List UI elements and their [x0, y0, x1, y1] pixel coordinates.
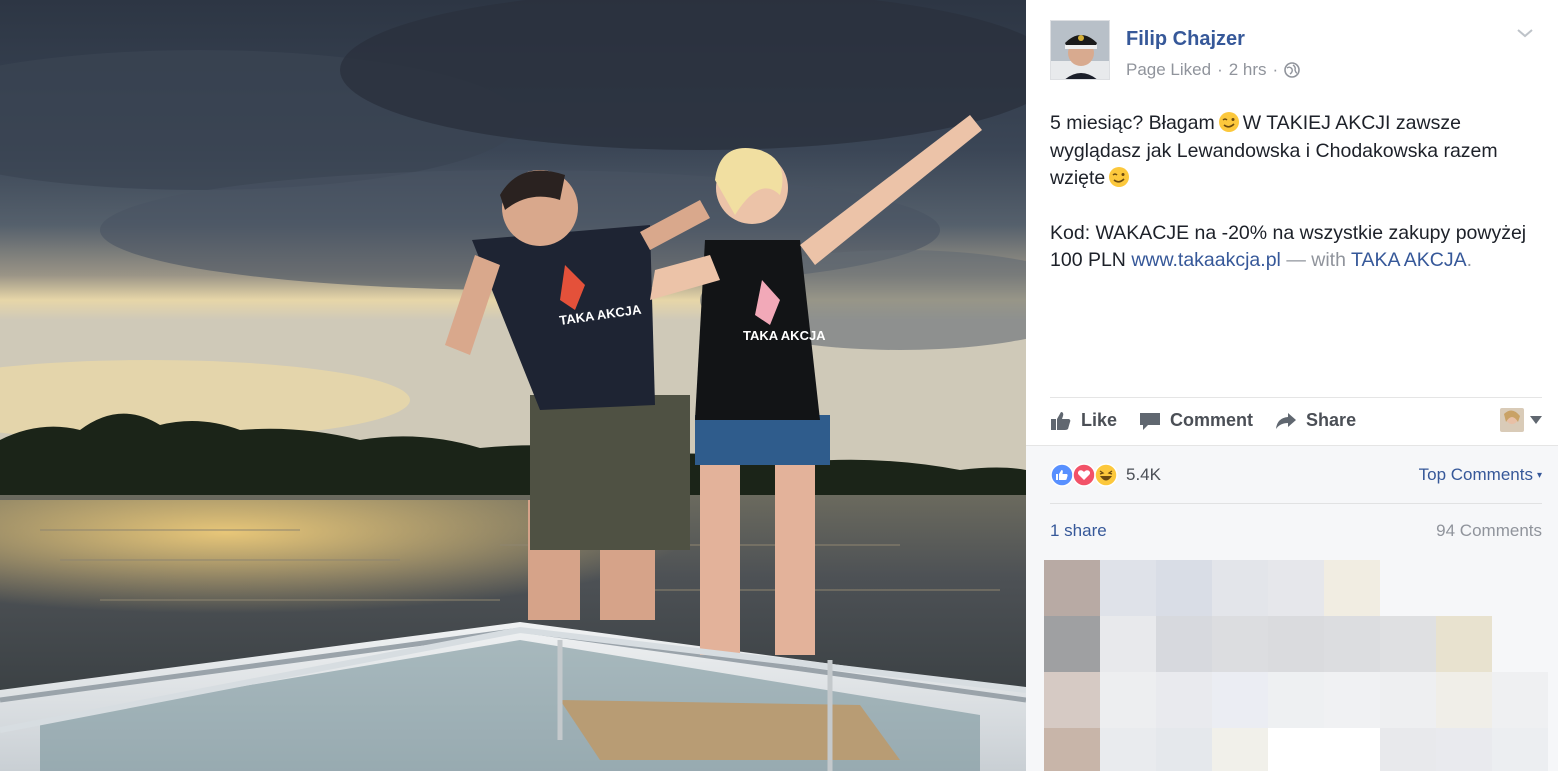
- post-header: Filip Chajzer Page Liked · 2 hrs ·: [1050, 20, 1542, 80]
- tagged-page-link[interactable]: TAKA AKCJA: [1351, 249, 1467, 271]
- blur-cell: [1212, 672, 1268, 728]
- blur-cell: [1268, 616, 1324, 672]
- post-panel: Filip Chajzer Page Liked · 2 hrs · 5 mie…: [1026, 0, 1558, 771]
- top-comments-caret-icon: ▾: [1536, 469, 1542, 481]
- blur-cell: [1324, 616, 1380, 672]
- woman-shirt-text: TAKA AKCJA: [743, 328, 826, 343]
- blur-cell: [1156, 616, 1212, 672]
- post-time[interactable]: 2 hrs: [1229, 60, 1267, 80]
- blur-cell: [1156, 672, 1212, 728]
- reaction-count[interactable]: 5.4K: [1126, 465, 1161, 485]
- blur-cell: [1436, 672, 1492, 728]
- blur-cell: [1100, 672, 1156, 728]
- blur-cell: [1212, 616, 1268, 672]
- share-icon: [1276, 412, 1297, 429]
- photo-image: TAKA AKCJA TAKA AKCJA: [0, 0, 1026, 771]
- haha-reaction-icon: [1094, 462, 1118, 487]
- blur-cell: [1156, 728, 1212, 771]
- blur-cell: [1492, 728, 1548, 771]
- post-text-part-1: 5 miesiąc? Błagam: [1050, 112, 1215, 134]
- blur-cell: [1156, 560, 1212, 616]
- author-name[interactable]: Filip Chajzer: [1126, 28, 1245, 51]
- caret-down-icon: [1530, 416, 1542, 424]
- top-comments-label: Top Comments: [1418, 465, 1533, 484]
- blur-cell: [1324, 672, 1380, 728]
- globe-icon: [1284, 62, 1301, 78]
- like-button[interactable]: Like: [1050, 410, 1117, 431]
- blur-cell: [1324, 560, 1380, 616]
- reactions-row: 5.4K Top Comments ▾: [1050, 446, 1542, 504]
- shares-row: 1 share 94 Comments: [1050, 504, 1542, 558]
- with-label: — with: [1286, 249, 1346, 271]
- post-paragraph-1: 5 miesiąc? Błagam W TAKIEJ AKCJI zawsze w…: [1050, 110, 1542, 193]
- like-reaction-icon: [1050, 462, 1074, 487]
- blur-cell: [1492, 672, 1548, 728]
- blur-cell: [1044, 728, 1100, 771]
- reaction-icons[interactable]: [1050, 462, 1118, 487]
- share-count[interactable]: 1 share: [1050, 521, 1107, 541]
- post-photo[interactable]: TAKA AKCJA TAKA AKCJA: [0, 0, 1026, 771]
- blur-cell: [1268, 728, 1324, 771]
- chevron-down-icon[interactable]: [1516, 26, 1534, 38]
- comment-button[interactable]: Comment: [1139, 410, 1253, 431]
- blur-cell: [1268, 560, 1324, 616]
- post-paragraph-2: Kod: WAKACJE na -20% na wszystkie zakupy…: [1050, 220, 1542, 275]
- blur-cell: [1044, 616, 1100, 672]
- like-label: Like: [1081, 410, 1118, 430]
- actions-bar: Like Comment Share: [1050, 397, 1542, 443]
- post-meta: Page Liked · 2 hrs ·: [1126, 60, 1301, 80]
- post-body: 5 miesiąc? Błagam W TAKIEJ AKCJI zawsze w…: [1050, 110, 1542, 302]
- blur-cell: [1436, 616, 1492, 672]
- author-avatar[interactable]: [1050, 20, 1110, 80]
- thumbs-up-icon: [1051, 411, 1071, 430]
- meta-separator-2: ·: [1272, 60, 1279, 79]
- comment-count[interactable]: 94 Comments: [1436, 521, 1542, 541]
- blur-cell: [1044, 672, 1100, 728]
- blur-cell: [1380, 616, 1436, 672]
- blur-cell: [1212, 728, 1268, 771]
- post-as-selector[interactable]: [1500, 408, 1542, 432]
- blurred-comments: [1044, 560, 1548, 771]
- blur-cell: [1100, 616, 1156, 672]
- comment-label: Comment: [1170, 410, 1254, 430]
- blur-cell: [1436, 728, 1492, 771]
- share-button[interactable]: Share: [1275, 410, 1356, 431]
- wink-emoji-icon-2: [1109, 167, 1130, 187]
- post-link[interactable]: www.takaakcja.pl: [1131, 249, 1281, 271]
- blur-cell: [1044, 560, 1100, 616]
- blur-cell: [1380, 728, 1436, 771]
- blur-cell: [1268, 672, 1324, 728]
- blur-cell: [1212, 560, 1268, 616]
- period: .: [1466, 249, 1473, 271]
- share-label: Share: [1306, 410, 1357, 430]
- viewer-avatar: [1500, 408, 1524, 432]
- top-comments-dropdown[interactable]: Top Comments ▾: [1419, 465, 1542, 485]
- page-liked-status: Page Liked: [1126, 60, 1212, 79]
- blur-cell: [1100, 560, 1156, 616]
- meta-separator: ·: [1217, 60, 1223, 79]
- wink-emoji-icon: [1218, 112, 1239, 132]
- blur-cell: [1380, 672, 1436, 728]
- blur-cell: [1324, 728, 1380, 771]
- blur-cell: [1100, 728, 1156, 771]
- love-reaction-icon: [1072, 462, 1096, 487]
- comment-icon: [1140, 412, 1161, 430]
- feedback-section: 5.4K Top Comments ▾ 1 share 94 Comments: [1026, 445, 1558, 771]
